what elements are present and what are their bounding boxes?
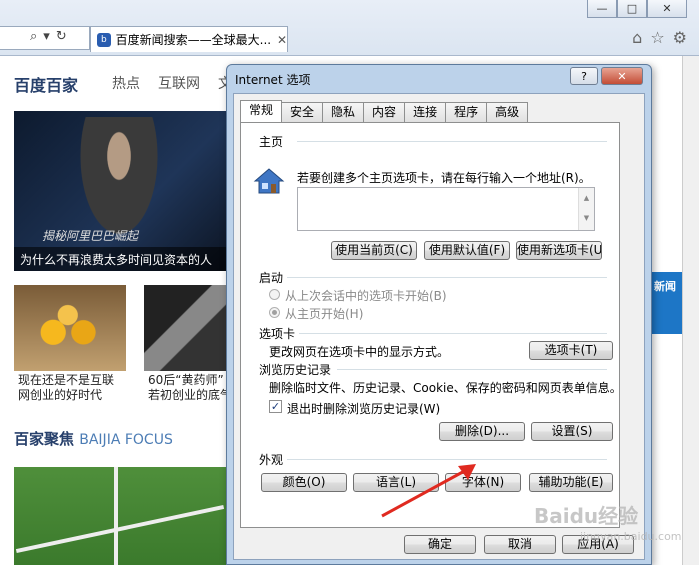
- minimize-button[interactable]: —: [587, 0, 617, 18]
- use-new-tab-button[interactable]: 使用新选项卡(U): [516, 241, 602, 260]
- soccer-field-image[interactable]: [14, 467, 226, 565]
- nav-link-internet[interactable]: 互联网: [158, 73, 200, 93]
- group-history-label: 浏览历史记录: [259, 363, 332, 377]
- browser-toolbar-icons: ⌂ ☆ ⚙: [632, 28, 687, 47]
- thumb2-caption[interactable]: 60后“黄药师” 若初创业的底气: [148, 373, 232, 403]
- dialog-close-button[interactable]: ✕: [601, 67, 643, 85]
- tabs-settings-button[interactable]: 选项卡(T): [529, 341, 613, 360]
- use-current-button[interactable]: 使用当前页(C): [331, 241, 417, 260]
- thumb2-caption-line2: 若初创业的底气: [148, 388, 233, 402]
- section-title: 百家聚焦: [14, 430, 75, 448]
- search-icon[interactable]: ⌕: [30, 29, 37, 44]
- tools-gear-icon[interactable]: ⚙: [673, 28, 687, 47]
- tab-general[interactable]: 常规: [240, 100, 283, 122]
- browser-toolbar: — □ ✕ ⌕ ▾ ↻ b 百度新闻搜索——全球最大... ✕ ⌂ ☆ ⚙: [0, 0, 699, 56]
- baidu-favicon-icon: b: [97, 32, 111, 47]
- thumb2-caption-line1: 60后“黄药师”: [148, 373, 224, 387]
- field-line: [15, 505, 225, 553]
- startup-home-radio[interactable]: [269, 307, 280, 318]
- hero-caption[interactable]: 为什么不再浪费太多时间见资本的人: [14, 247, 226, 271]
- section-title-en: BAIJIA FOCUS: [79, 432, 173, 448]
- group-appearance-label: 外观: [259, 453, 284, 467]
- tab-title: 百度新闻搜索——全球最大...: [115, 33, 272, 47]
- page-scrollbar[interactable]: [682, 56, 699, 565]
- address-bar-icons: ⌕ ▾ ↻: [30, 29, 67, 44]
- delete-history-button[interactable]: 删除(D)...: [439, 422, 525, 441]
- startup-home-label: 从主页开始(H): [285, 307, 364, 321]
- group-divider: [297, 141, 607, 142]
- tab-content[interactable]: 内容: [363, 102, 406, 122]
- field-line: [114, 467, 118, 565]
- golden-eggs-thumbnail[interactable]: [14, 285, 126, 371]
- thumb1-caption-line1: 现在还是不是互联: [18, 373, 115, 387]
- tab-connections[interactable]: 连接: [404, 102, 447, 122]
- group-startup-label: 启动: [259, 271, 284, 285]
- group-divider: [287, 277, 607, 278]
- dialog-title: Internet 选项: [235, 73, 311, 87]
- home-page-icon: [253, 168, 285, 194]
- textarea-scrollbar[interactable]: ▲ ▼: [578, 188, 594, 230]
- person-thumbnail[interactable]: [144, 285, 226, 371]
- tab-privacy[interactable]: 隐私: [322, 102, 365, 122]
- maximize-button[interactable]: □: [617, 0, 647, 18]
- history-description: 删除临时文件、历史记录、Cookie、保存的密码和网页表单信息。: [269, 381, 622, 395]
- tab-advanced[interactable]: 高级: [486, 102, 529, 122]
- home-icon[interactable]: ⌂: [632, 28, 642, 47]
- group-home-label: 主页: [259, 135, 284, 149]
- red-arrow-annotation: [381, 464, 476, 518]
- baidu-jingyan-watermark: Baidu经验: [534, 504, 639, 528]
- tab-security[interactable]: 安全: [281, 102, 324, 122]
- startup-last-session-label: 从上次会话中的选项卡开始(B): [285, 289, 447, 303]
- group-divider: [337, 369, 607, 370]
- accessibility-button[interactable]: 辅助功能(E): [529, 473, 613, 492]
- refresh-icon[interactable]: ↻: [56, 29, 67, 44]
- tab-programs[interactable]: 程序: [445, 102, 488, 122]
- startup-last-session-radio[interactable]: [269, 289, 280, 300]
- delete-history-on-exit-checkbox[interactable]: ✓: [269, 400, 282, 413]
- watermark-url: jingyan.baidu.com: [580, 530, 682, 543]
- cancel-button[interactable]: 取消: [484, 535, 556, 554]
- site-logo[interactable]: 百度百家: [14, 72, 78, 96]
- browser-tab[interactable]: b 百度新闻搜索——全球最大... ✕: [90, 26, 288, 52]
- delete-history-on-exit-label: 退出时删除浏览历史记录(W): [287, 402, 441, 416]
- section-heading: 百家聚焦 BAIJIA FOCUS: [14, 428, 173, 449]
- side-banner-ad[interactable]: 新闻: [652, 272, 682, 334]
- hero-image[interactable]: 揭秘阿里巴巴崛起 为什么不再浪费太多时间见资本的人: [14, 111, 226, 271]
- help-button[interactable]: ?: [570, 67, 598, 85]
- tabs-description: 更改网页在选项卡中的显示方式。: [269, 345, 450, 359]
- colors-button[interactable]: 颜色(O): [261, 473, 347, 492]
- dialog-tabs: 常规 安全 隐私 内容 连接 程序 高级: [240, 100, 529, 122]
- thumb1-caption-line2: 网创业的好时代: [18, 388, 103, 402]
- group-tabs-label: 选项卡: [259, 327, 296, 341]
- nav-link-hot[interactable]: 热点: [112, 73, 140, 93]
- thumb1-caption[interactable]: 现在还是不是互联 网创业的好时代: [18, 373, 114, 403]
- dropdown-icon[interactable]: ▾: [43, 29, 50, 44]
- favorites-star-icon[interactable]: ☆: [650, 28, 664, 47]
- window-close-button[interactable]: ✕: [647, 0, 687, 18]
- ok-button[interactable]: 确定: [404, 535, 476, 554]
- window-controls: — □ ✕: [587, 0, 687, 18]
- group-divider: [299, 333, 607, 334]
- hero-signature-text: 揭秘阿里巴巴崛起: [42, 229, 139, 243]
- home-description: 若要创建多个主页选项卡，请在每行输入一个地址(R)。: [297, 171, 591, 185]
- home-page-textarea[interactable]: ▲ ▼: [297, 187, 595, 231]
- tab-close-icon[interactable]: ✕: [277, 33, 287, 47]
- history-settings-button[interactable]: 设置(S): [531, 422, 613, 441]
- use-default-button[interactable]: 使用默认值(F): [424, 241, 510, 260]
